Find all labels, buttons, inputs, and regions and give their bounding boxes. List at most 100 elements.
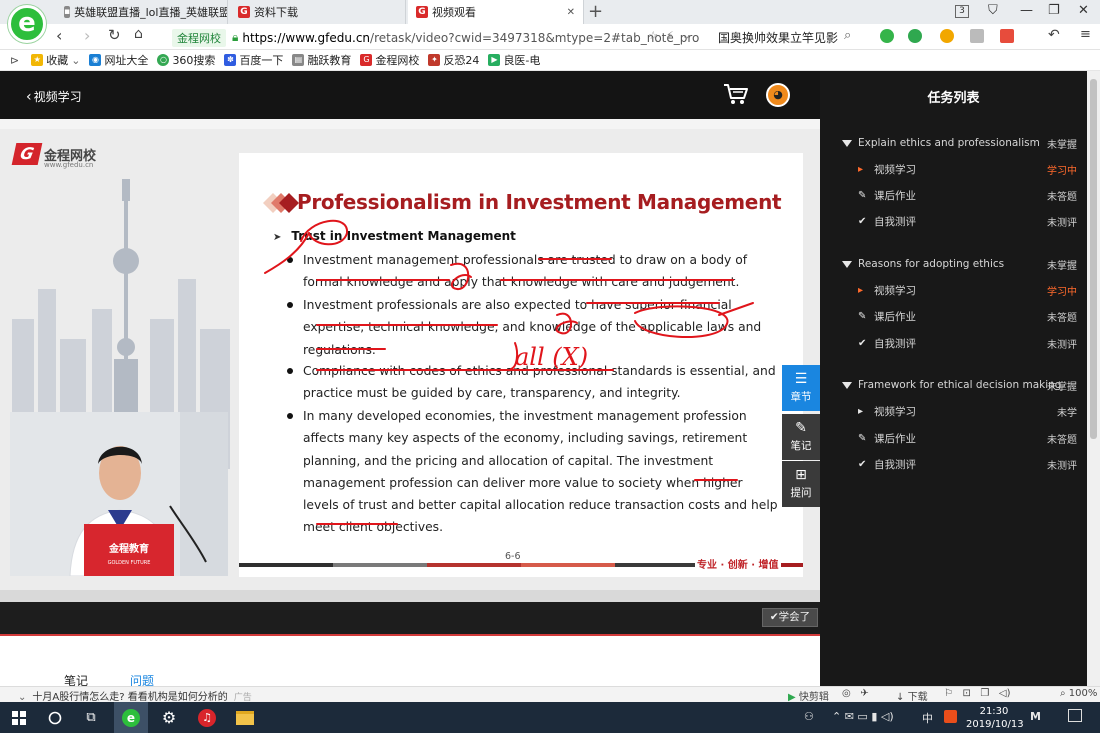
back-to-video-study-link[interactable]: ‹ 视频学习 [26,88,82,105]
bullet-dot [287,302,293,308]
browser-tab-downloads[interactable]: G 资料下载 [230,0,406,24]
bookmark-game[interactable]: ✦ 反恐24 [428,52,479,68]
laptop-sub-label: GOLDEN FUTURE [108,560,151,566]
ime-indicator[interactable]: 中 [922,710,933,726]
address-bar[interactable]: 金程网校 🔒︎ https://www.gfedu.cn/retask/vide… [172,27,705,48]
collapse-triangle-icon [842,139,852,147]
video-progress-bar[interactable] [0,590,820,602]
video-top-margin [0,119,820,129]
forward-arrow-icon[interactable]: › [84,26,90,45]
scissors-icon[interactable] [880,29,894,43]
status-news-link[interactable]: ⌄ 十月A股行情怎么走? 看看机构是如何分析的 广告 [18,688,252,703]
status-more-icons[interactable]: ⚐ ⊡ ❐ ◁) [944,688,1011,699]
task-view-icon[interactable]: ⧉ [74,702,108,733]
bookmark-360-search[interactable]: ○ 360搜索 [157,52,215,68]
address-tools-icons[interactable]: ☆⚡⌄ [648,29,699,42]
bookmark-baidu[interactable]: ✽ 百度一下 [224,52,283,68]
browser-tab-bar: ▪ 英雄联盟直播_lol直播_英雄联盟 G 资料下载 G 视频观看 ✕ + 3 … [0,0,1100,24]
system-clock[interactable]: 21:30 2019/10/13 [966,705,1024,731]
slide-bullet-4: In many developed economies, the investm… [287,405,779,539]
star-icon: ★ [31,54,44,66]
netease-music-icon[interactable]: ♫ [190,702,224,733]
bookmark-favorites[interactable]: ★ 收藏 ⌄ [31,52,80,68]
slide-page-number: 6-6 [505,551,521,562]
file-explorer-icon[interactable] [228,702,262,733]
close-window-icon[interactable]: ✕ [1078,3,1089,18]
shirt-icon[interactable]: ⛉ [988,3,998,18]
sidebar-toggle-icon[interactable]: ⊳ [10,54,19,67]
close-tab-icon[interactable]: ✕ [567,7,575,18]
task-homework[interactable]: ✎ 课后作业 未答题 [858,429,1077,447]
task-self-test[interactable]: ✔ 自我测评 未测评 [858,455,1077,473]
mark-learned-button[interactable]: ✔学会了 [762,608,818,627]
notification-center-icon[interactable] [1068,709,1082,722]
people-icon[interactable]: ⚇ [804,710,814,723]
play-icon: ▸ [858,163,864,175]
task-video-study[interactable]: ▸ 视频学习 未学 [858,402,1077,420]
browser-tab-video[interactable]: G 视频观看 ✕ [408,0,584,24]
apps-icon[interactable] [1000,29,1014,43]
status-tool-icons[interactable]: ◎ ✈ [842,688,869,699]
undo-icon[interactable]: ↶ [1048,27,1062,43]
ask-question-button[interactable]: ⊞ 提问 [782,461,820,507]
browser-logo-icon[interactable]: e [8,5,46,43]
minimize-icon[interactable]: — [1020,3,1033,18]
user-avatar[interactable]: ◕ [766,83,790,107]
browser-status-bar: ⌄ 十月A股行情怎么走? 看看机构是如何分析的 广告 ▶ 快剪辑 ◎ ✈ ↓ 下载 … [0,686,1100,703]
gfedu-icon: G [360,54,373,66]
task-self-test[interactable]: ✔ 自我测评 未测评 [858,334,1077,352]
search-circle-icon[interactable] [38,702,72,733]
bookmark-url-directory[interactable]: ◉ 网址大全 [89,52,148,68]
quick-edit-button[interactable]: ▶ 快剪辑 [788,688,829,703]
collapse-triangle-icon [842,260,852,268]
lock-icon: 🔒︎ [232,30,239,44]
windows-start-icon[interactable] [2,702,36,733]
page-scrollbar[interactable] [1087,71,1100,687]
task-homework[interactable]: ✎ 课后作业 未答题 [858,307,1077,325]
task-video-study[interactable]: ▸ 视频学习 学习中 [858,281,1077,299]
reload-icon[interactable]: ↻ [108,26,121,44]
video-player[interactable]: G 金程网校 www.gfedu.cn 金程教育 GOLDEN FUTURE P… [0,129,820,590]
sogou-ime-icon[interactable] [944,710,957,726]
tab-count-badge[interactable]: 3 [955,5,969,18]
settings-gear-icon[interactable]: ⚙ [152,702,186,733]
doc-icon: ▤ [292,54,305,66]
chapter-framework-decision[interactable]: Framework for ethical decision making 未掌… [842,376,1077,394]
task-video-study[interactable]: ▸ 视频学习 学习中 [858,160,1077,178]
chapter-explain-ethics[interactable]: Explain ethics and professionalism 未掌握 [842,134,1077,152]
url-text[interactable]: https://www.gfedu.cn/retask/video?cwid=3… [242,31,699,45]
browser-tab-lol[interactable]: ▪ 英雄联盟直播_lol直播_英雄联盟 [56,0,228,24]
bookmark-video[interactable]: ▶ 良医-电 [488,52,540,68]
tray-icons[interactable]: ⌃ ✉ ▭ ▮ ◁) [832,710,894,723]
translate-icon[interactable] [908,29,922,43]
restore-icon[interactable]: ❐ [1048,3,1060,18]
home-icon[interactable]: ⌂ [134,26,143,42]
lecture-slide: Professionalism in Investment Management… [239,153,803,577]
chat-icon[interactable] [970,29,984,43]
chat-plus-icon: ⊞ [795,467,807,483]
task-homework[interactable]: ✎ 课后作业 未答题 [858,186,1077,204]
search-icon[interactable]: ⌕ [844,28,851,43]
chapters-button[interactable]: ☰ 章节 [782,365,820,411]
tab-label: 视频观看 [432,6,476,19]
news-ticker[interactable]: 国奥换帅效果立竿见影 [718,29,838,46]
shield-icon[interactable] [940,29,954,43]
download-button[interactable]: ↓ 下载 [896,688,928,703]
browser-taskbar-icon[interactable]: e [114,702,148,733]
bookmark-rongyue[interactable]: ▤ 融跃教育 [292,52,351,68]
chapter-reasons-ethics[interactable]: Reasons for adopting ethics 未掌握 [842,255,1077,273]
collapse-triangle-icon [842,381,852,389]
task-self-test[interactable]: ✔ 自我测评 未测评 [858,212,1077,230]
notes-button[interactable]: ✎ 笔记 [782,414,820,460]
screen-share-icon[interactable]: M [1030,710,1041,723]
slide-title: Professionalism in Investment Management [297,190,782,214]
scrollbar-thumb[interactable] [1090,79,1097,439]
back-arrow-icon[interactable]: ‹ [56,26,62,45]
new-tab-button[interactable]: + [588,1,603,22]
cart-icon[interactable] [723,82,749,106]
search-icon: ○ [157,54,170,66]
arrow-bullet-icon: ➤ [273,232,282,243]
zoom-level[interactable]: ⌕ 100% [1060,688,1097,699]
bookmark-gfedu[interactable]: G 金程网校 [360,52,419,68]
menu-icon[interactable]: ≡ [1080,27,1094,42]
